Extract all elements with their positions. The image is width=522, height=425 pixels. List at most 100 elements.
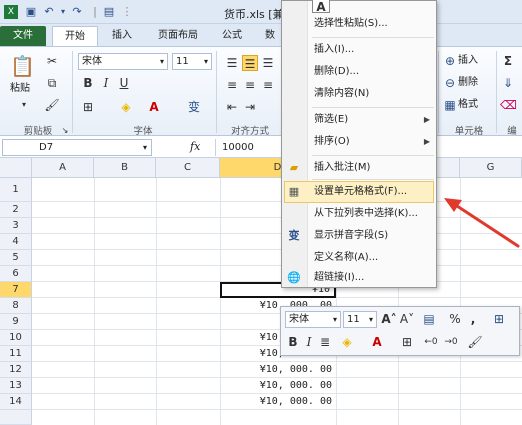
clear-icon[interactable]: ⌫ xyxy=(500,97,517,113)
number-format-icon[interactable]: ▤ xyxy=(421,311,437,327)
row-header[interactable]: 5 xyxy=(0,250,32,266)
align-right-icon[interactable]: ≡ xyxy=(260,77,276,93)
row-header[interactable]: 4 xyxy=(0,234,32,250)
tab-home[interactable]: 开始 xyxy=(52,26,98,46)
menu-item-show-phonetic[interactable]: 变 显示拼音字段(S) xyxy=(289,225,436,247)
column-header-a[interactable]: A xyxy=(32,158,94,178)
tab-formulas[interactable]: 公式 xyxy=(214,26,250,46)
menu-item-clear-contents[interactable]: 清除内容(N) xyxy=(308,83,436,105)
table-style-icon[interactable]: ⊞ xyxy=(491,311,507,327)
cell-d14[interactable]: ¥10, 000. 00 xyxy=(220,394,336,410)
menu-item-paste-special[interactable]: 选择性粘贴(S)... xyxy=(308,13,436,35)
column-header-g[interactable]: G xyxy=(460,158,522,178)
redo-icon[interactable]: ↷ xyxy=(70,5,84,19)
mini-border-icon[interactable]: ⊞ xyxy=(399,334,415,350)
mini-font-dropdown[interactable]: 宋体 ▾ xyxy=(285,311,341,328)
delete-cells-button[interactable]: 删除 xyxy=(458,75,478,91)
menu-item-insert-comment[interactable]: ▰ 插入批注(M) xyxy=(290,157,436,179)
save-icon[interactable]: ▣ xyxy=(24,5,38,19)
align-top-icon[interactable]: ☰ xyxy=(224,55,240,71)
cell-d13[interactable]: ¥10, 000. 00 xyxy=(220,378,336,394)
increase-decimal-icon[interactable]: ←0 xyxy=(423,334,439,350)
fill-color-icon[interactable]: ◈ xyxy=(118,99,134,115)
menu-item-sort[interactable]: 排序(O) ▶ xyxy=(308,131,436,153)
tab-page-layout[interactable]: 页面布局 xyxy=(146,26,210,46)
row-header[interactable]: 8 xyxy=(0,298,32,314)
row-header[interactable]: 6 xyxy=(0,266,32,282)
font-color-icon[interactable]: A xyxy=(146,99,162,115)
align-center-icon[interactable]: ≡ xyxy=(242,77,258,93)
undo-dropdown-icon[interactable]: ▾ xyxy=(56,5,70,19)
row-header[interactable] xyxy=(0,410,32,425)
mini-format-painter-icon[interactable]: 🖌 xyxy=(467,334,483,350)
mini-font-color-icon[interactable]: A xyxy=(369,334,385,350)
font-name-dropdown[interactable]: 宋体 ▾ xyxy=(78,53,168,70)
delete-cells-icon[interactable]: ⊖ xyxy=(442,75,458,91)
row-header[interactable]: 14 xyxy=(0,394,32,410)
fill-icon[interactable]: ⇓ xyxy=(500,75,516,91)
menu-item-delete[interactable]: 删除(D)... xyxy=(308,61,436,83)
shrink-font-icon[interactable]: A˅ xyxy=(399,311,415,327)
decrease-decimal-icon[interactable]: →0 xyxy=(443,334,459,350)
row-header[interactable]: 1 xyxy=(0,178,32,202)
font-size-dropdown[interactable]: 11 ▾ xyxy=(172,53,212,70)
phonetic-icon[interactable]: 变 xyxy=(186,99,202,115)
row-header[interactable]: 13 xyxy=(0,378,32,394)
row-header[interactable]: 3 xyxy=(0,218,32,234)
border-icon[interactable]: ⊞ xyxy=(80,99,96,115)
row-header[interactable]: 9 xyxy=(0,314,32,330)
row-header[interactable]: 11 xyxy=(0,346,32,362)
underline-icon[interactable]: U xyxy=(116,75,132,91)
align-middle-icon[interactable]: ☰ xyxy=(242,55,258,71)
insert-cells-button[interactable]: 插入 xyxy=(458,53,478,69)
column-header-c[interactable]: C xyxy=(156,158,220,178)
bold-icon[interactable]: B xyxy=(80,75,96,91)
align-left-icon[interactable]: ≡ xyxy=(224,77,240,93)
format-painter-icon[interactable]: 🖌 xyxy=(44,97,60,113)
row-header[interactable]: 2 xyxy=(0,202,32,218)
insert-cells-icon[interactable]: ⊕ xyxy=(442,53,458,69)
mini-align-center-icon[interactable]: ≣ xyxy=(317,334,333,350)
menu-item-hyperlink[interactable]: 🌐 超链接(I)... xyxy=(287,267,436,289)
format-cells-button[interactable]: 格式 xyxy=(458,97,478,113)
paste-button[interactable]: 粘贴 xyxy=(10,81,30,97)
row-header[interactable]: 12 xyxy=(0,362,32,378)
menu-item-format-cells[interactable]: ▦ 设置单元格格式(F)... xyxy=(289,181,436,203)
mini-italic-icon[interactable]: I xyxy=(301,334,317,350)
column-header-b[interactable]: B xyxy=(94,158,156,178)
menu-item-insert[interactable]: 插入(I)... xyxy=(308,39,436,61)
paste-icon[interactable]: 📋 xyxy=(10,53,35,79)
select-all-corner[interactable] xyxy=(0,158,32,178)
italic-icon[interactable]: I xyxy=(98,75,114,91)
tab-file[interactable]: 文件 xyxy=(0,26,46,46)
copy-icon[interactable]: ⧉ xyxy=(44,75,60,91)
decrease-indent-icon[interactable]: ⇤ xyxy=(224,99,240,115)
tab-data[interactable]: 数 xyxy=(258,26,282,46)
autosum-icon[interactable]: Σ xyxy=(500,53,516,69)
row-header[interactable]: 7 xyxy=(0,282,32,298)
quick-access-more-icon[interactable]: ⋮ xyxy=(120,5,134,19)
increase-indent-icon[interactable]: ⇥ xyxy=(242,99,258,115)
undo-icon[interactable]: ↶ xyxy=(42,5,56,19)
menu-item-pick-from-list[interactable]: 从下拉列表中选择(K)... xyxy=(308,203,436,225)
percent-icon[interactable]: % xyxy=(447,311,463,327)
menu-item-label: 超链接(I)... xyxy=(314,272,365,283)
paste-dropdown-icon[interactable]: ▾ xyxy=(16,97,32,113)
mini-bold-icon[interactable]: B xyxy=(285,334,301,350)
row-header[interactable]: 10 xyxy=(0,330,32,346)
tab-insert[interactable]: 插入 xyxy=(104,26,140,46)
name-box[interactable]: D7 ▾ xyxy=(2,139,152,156)
mini-size-dropdown[interactable]: 11 ▾ xyxy=(343,311,377,328)
align-bottom-icon[interactable]: ☰ xyxy=(260,55,276,71)
menu-item-define-name[interactable]: 定义名称(A)... xyxy=(308,247,436,269)
comma-style-icon[interactable]: , xyxy=(465,311,481,327)
paste-values-icon[interactable]: A xyxy=(312,0,330,14)
cell-d12[interactable]: ¥10, 000. 00 xyxy=(220,362,336,378)
format-cells-icon[interactable]: ▦ xyxy=(442,97,458,113)
mini-fill-color-icon[interactable]: ◈ xyxy=(339,334,355,350)
print-preview-icon[interactable]: ▤ xyxy=(102,5,116,19)
cut-icon[interactable]: ✂ xyxy=(44,53,60,69)
menu-item-filter[interactable]: 筛选(E) ▶ xyxy=(308,109,436,131)
insert-function-icon[interactable]: fx xyxy=(190,140,200,153)
grow-font-icon[interactable]: A˄ xyxy=(381,311,397,327)
